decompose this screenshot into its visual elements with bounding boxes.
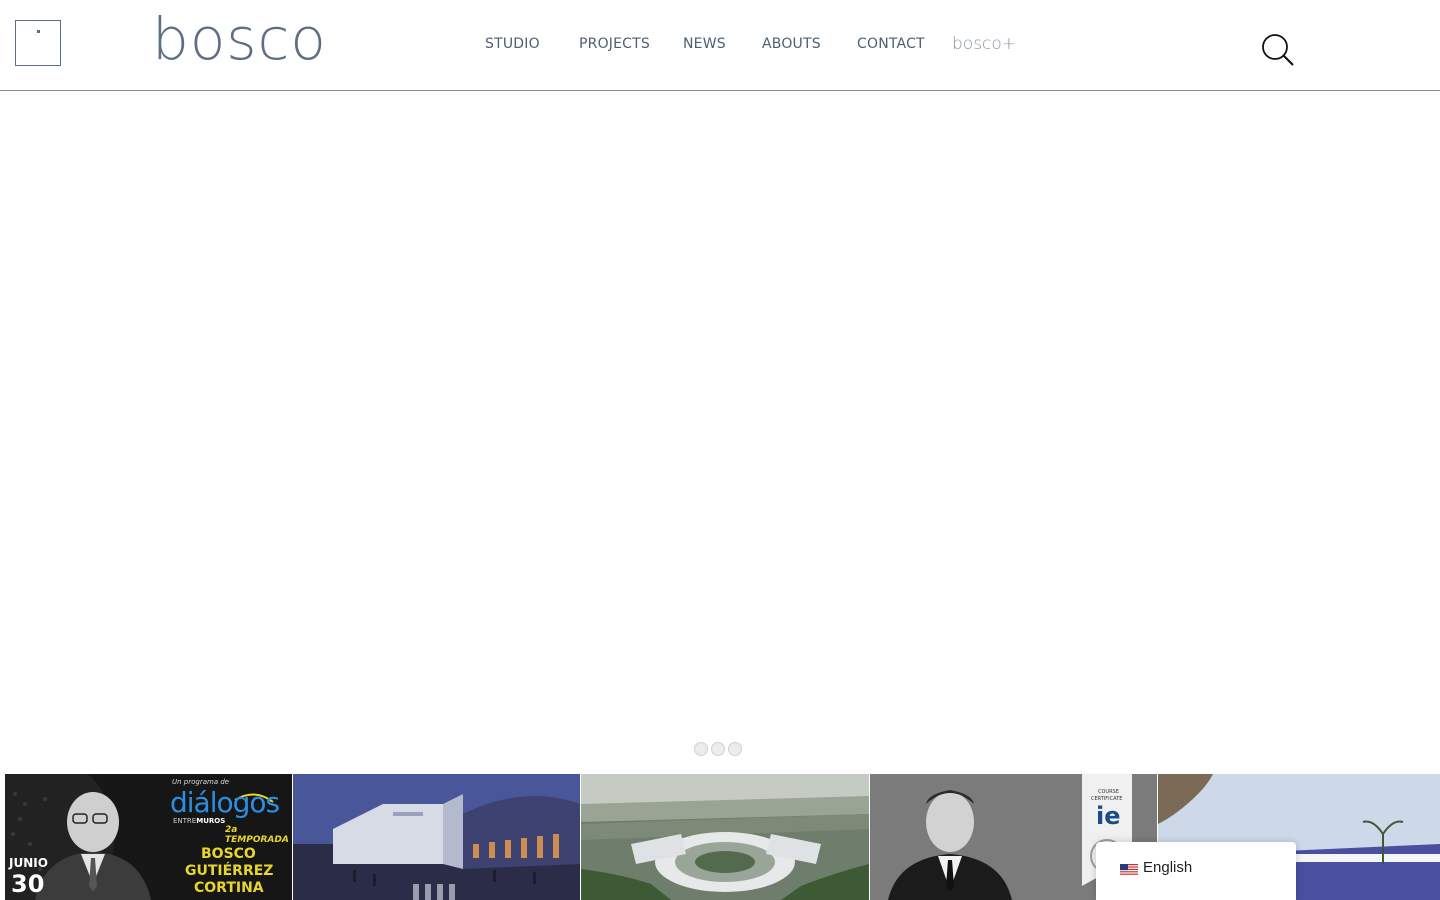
certificate-line-1: COURSE: [1098, 789, 1119, 795]
nav-news[interactable]: NEWS: [683, 36, 726, 52]
poster-month: JUNIO: [9, 856, 48, 870]
slider-dot-3[interactable]: [728, 742, 742, 756]
thumbnail-airport-render[interactable]: [581, 774, 869, 900]
site-header: bosco STUDIO PROJECTS NEWS ABOUTS CONTAC…: [0, 0, 1440, 91]
poster-sub-b: MUROS: [196, 817, 226, 825]
hamburger-menu-button[interactable]: [15, 20, 61, 66]
poster-brand-subtitle: ENTREMUROS: [173, 817, 225, 825]
poster-brand-title: diálogos: [170, 786, 280, 819]
poster-kicker: Un programa de: [172, 778, 230, 786]
nav-abouts[interactable]: ABOUTS: [762, 36, 821, 52]
poster-name-1: BOSCO: [201, 846, 256, 862]
nav-bosco-plus[interactable]: bosco+: [952, 34, 1016, 54]
certificate-ie-logo: ie: [1096, 802, 1121, 830]
menu-dot-icon: [37, 30, 40, 33]
search-icon[interactable]: [1260, 32, 1296, 68]
nav-contact[interactable]: CONTACT: [857, 36, 925, 52]
nav-studio[interactable]: STUDIO: [485, 36, 540, 52]
slider-pagination: [694, 742, 742, 756]
site-logo[interactable]: bosco: [152, 4, 327, 74]
language-label: English: [1143, 859, 1193, 876]
poster-sub-a: ENTRE: [173, 817, 197, 825]
slider-dot-1[interactable]: [694, 742, 708, 756]
us-flag-icon: [1120, 864, 1138, 876]
thumbnail-museum-render[interactable]: [293, 774, 580, 900]
airport-render-image: [581, 774, 869, 900]
thumbnail-dialogos-event[interactable]: Un programa de diálogos ENTREMUROS 2a TE…: [5, 774, 292, 900]
poster-name-2: GUTIÉRREZ: [185, 863, 274, 879]
nav-projects[interactable]: PROJECTS: [579, 36, 650, 52]
museum-render-image: [293, 774, 580, 900]
poster-name-3: CORTINA: [194, 880, 264, 896]
poster-day: 30: [11, 870, 45, 898]
hero-slider: [0, 92, 1440, 772]
slider-dot-2[interactable]: [711, 742, 725, 756]
poster-season: 2a TEMPORADA: [225, 825, 289, 845]
language-switcher[interactable]: English: [1096, 842, 1296, 900]
